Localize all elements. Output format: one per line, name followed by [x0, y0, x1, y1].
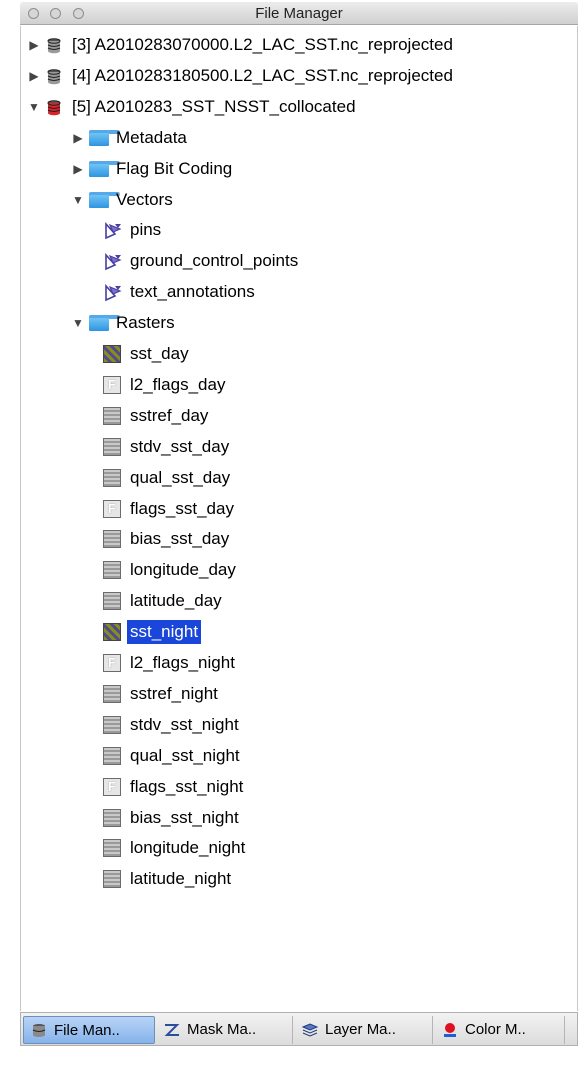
node-label: sstref_night: [130, 683, 218, 703]
layers-icon: [301, 1022, 319, 1038]
raster-flag-icon: [103, 495, 121, 523]
folder-icon: [89, 315, 120, 332]
raster-icon: [103, 437, 121, 456]
node-label: latitude_day: [130, 591, 222, 611]
node-label: l2_flags_day: [130, 374, 226, 394]
raster-icon: [103, 839, 121, 858]
node-label: Flag Bit Coding: [116, 158, 233, 178]
folder-icon: [89, 191, 120, 208]
node-label: bias_sst_day: [130, 529, 230, 549]
window-title: File Manager: [255, 5, 343, 22]
node-label: [5] A2010283_SST_NSST_collocated: [72, 96, 356, 116]
raster-icon: [103, 870, 121, 889]
node-label: flags_sst_night: [130, 776, 244, 796]
raster-icon: [103, 592, 121, 611]
node-label: Rasters: [116, 313, 175, 333]
database-icon: [30, 1023, 48, 1039]
node-label: Vectors: [116, 189, 173, 209]
node-label: sstref_day: [130, 405, 209, 425]
raster-icon: [103, 684, 121, 703]
disclosure-expanded-icon[interactable]: ▼: [71, 309, 85, 337]
tab-color[interactable]: Color M..: [435, 1016, 565, 1044]
file-manager-panel: File Manager ▶ [3] A2010283070000.L2_LAC_…: [0, 0, 585, 1067]
disclosure-collapsed-icon[interactable]: ▶: [27, 31, 41, 59]
raster-flag-icon: [103, 371, 121, 399]
tab-mask[interactable]: Mask Ma..: [157, 1016, 293, 1044]
node-label: longitude_day: [130, 560, 236, 580]
raster-flag-icon: [103, 773, 121, 801]
vector-icon: [103, 283, 122, 302]
folder-icon: [89, 160, 120, 177]
node-label: text_annotations: [130, 282, 255, 302]
product-db-red-icon: [45, 98, 63, 116]
raster-icon: [103, 468, 121, 487]
disclosure-collapsed-icon[interactable]: ▶: [27, 62, 41, 90]
selected-node-label: sst_night: [127, 620, 202, 645]
node-label: longitude_night: [130, 838, 246, 858]
node-label: flags_sst_day: [130, 498, 234, 518]
raster-flag-icon: [103, 649, 121, 677]
raster-color-icon: [103, 345, 121, 363]
disclosure-collapsed-icon[interactable]: ▶: [71, 155, 85, 183]
node-label: stdv_sst_night: [130, 714, 239, 734]
node-label: latitude_night: [130, 869, 232, 889]
product-db-icon: [45, 36, 63, 54]
mask-icon: [163, 1022, 181, 1038]
node-label: l2_flags_night: [130, 653, 235, 672]
tab-label: Mask Ma..: [187, 1021, 257, 1038]
raster-icon: [103, 406, 121, 425]
raster-icon: [103, 530, 121, 549]
color-icon: [441, 1022, 459, 1038]
tab-layers[interactable]: Layer Ma..: [295, 1016, 433, 1044]
disclosure-collapsed-icon[interactable]: ▶: [71, 124, 85, 152]
tab-label: File Man..: [54, 1022, 120, 1039]
node-label: Metadata: [116, 127, 187, 147]
folder-icon: [89, 129, 120, 146]
node-label: pins: [130, 220, 162, 240]
tab-label: Color M..: [465, 1021, 526, 1038]
disclosure-expanded-icon[interactable]: ▼: [71, 186, 85, 214]
node-label: ground_control_points: [130, 251, 299, 271]
raster-icon: [103, 715, 121, 734]
product-tree: ▶ [3] A2010283070000.L2_LAC_SST.nc_reproj…: [20, 26, 578, 1011]
raster-icon: [103, 808, 121, 827]
node-label: sst_day: [130, 344, 189, 363]
raster-icon: [103, 746, 121, 765]
product-db-icon: [45, 67, 63, 85]
vector-icon: [103, 221, 122, 240]
vector-icon: [103, 252, 122, 271]
node-label: [4] A2010283180500.L2_LAC_SST.nc_reproje…: [72, 65, 453, 85]
tab-label: Layer Ma..: [325, 1021, 396, 1038]
node-label: qual_sst_day: [130, 467, 231, 487]
raster-color-icon: [103, 623, 121, 642]
raster-icon: [103, 561, 121, 580]
disclosure-expanded-icon[interactable]: ▼: [27, 93, 41, 121]
title-bar: File Manager: [20, 2, 578, 25]
tool-window-tabs: File Man.. Mask Ma.. Layer Ma.. Color M..: [20, 1012, 578, 1046]
node-label: [3] A2010283070000.L2_LAC_SST.nc_reproje…: [72, 35, 453, 54]
tab-database[interactable]: File Man..: [23, 1016, 155, 1044]
node-label: stdv_sst_day: [130, 436, 230, 456]
node-label: qual_sst_night: [130, 745, 240, 765]
node-label: bias_sst_night: [130, 807, 239, 827]
